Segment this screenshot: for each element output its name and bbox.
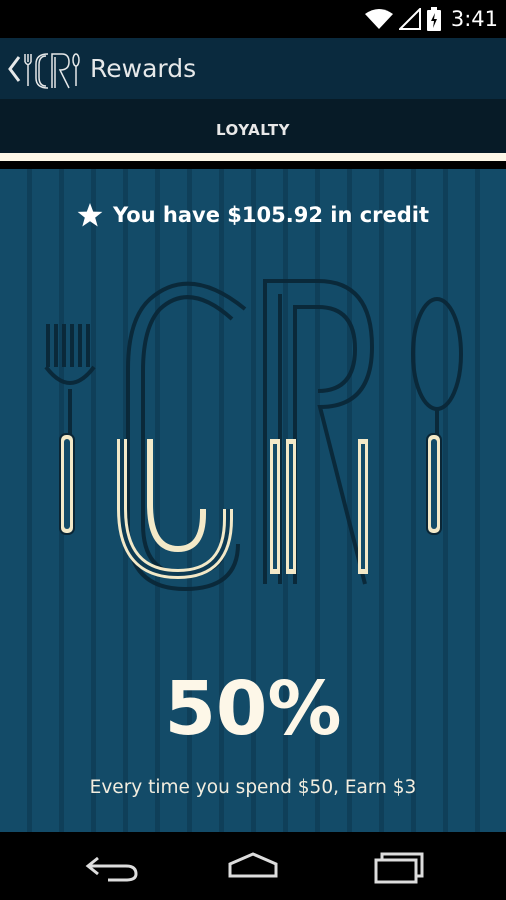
nav-bar [0, 832, 506, 900]
chevron-left-icon[interactable] [6, 54, 22, 84]
reward-description: Every time you spend $50, Earn $3 [89, 777, 417, 798]
star-icon [77, 203, 103, 227]
rewards-panel: You have $105.92 in credit 50% Every tim… [0, 169, 506, 832]
back-nav-icon[interactable] [78, 846, 148, 886]
cell-signal-icon [398, 8, 421, 30]
home-nav-icon[interactable] [218, 846, 288, 886]
tab-bar: LOYALTY [0, 99, 506, 161]
status-icons: 3:41 [364, 5, 498, 33]
cr-fork-spoon-logo-icon[interactable] [22, 44, 80, 94]
action-bar: Rewards [0, 38, 506, 99]
credit-text: You have $105.92 in credit [112, 203, 430, 227]
credit-row: You have $105.92 in credit [0, 197, 506, 233]
battery-icon [426, 7, 441, 31]
recents-nav-icon[interactable] [362, 846, 432, 886]
status-bar: 3:41 [0, 0, 506, 38]
cr-logo-graphic [44, 279, 463, 592]
wifi-icon [364, 9, 393, 29]
tab-loyalty[interactable]: LOYALTY [0, 99, 506, 161]
page-title: Rewards [90, 54, 197, 83]
tab-indicator [0, 153, 506, 161]
reward-percent: 50% [164, 666, 342, 752]
status-time: 3:41 [450, 7, 498, 31]
